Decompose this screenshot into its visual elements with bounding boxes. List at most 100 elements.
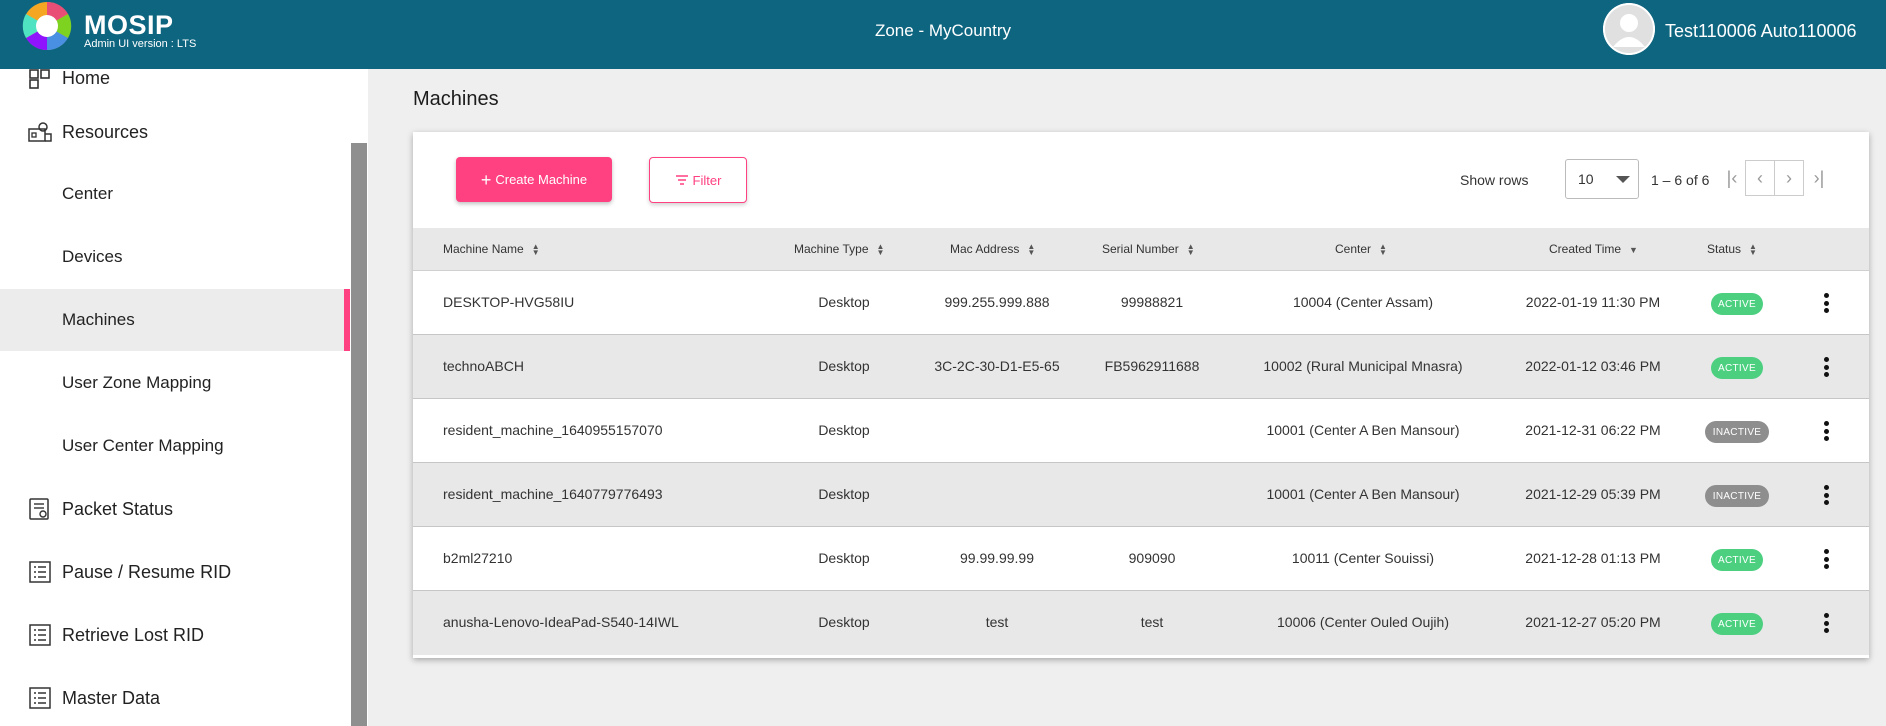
row-actions-menu-icon[interactable]	[1821, 546, 1831, 572]
cell-machine-type: Desktop	[818, 422, 870, 438]
table-row[interactable]: technoABCH Desktop 3C-2C-30-D1-E5-65 FB5…	[413, 335, 1869, 399]
cell-created-time: 2021-12-27 05:20 PM	[1525, 614, 1661, 630]
last-page-button[interactable]: ›|	[1804, 160, 1834, 196]
create-machine-button[interactable]: + Create Machine	[456, 157, 612, 202]
sort-icon: ▲ ▼	[1027, 241, 1036, 257]
sidebar-item-machines[interactable]: Machines	[0, 289, 350, 351]
sidebar-item-retrieve-lost-rid[interactable]: Retrieve Lost RID	[0, 604, 350, 666]
status-badge: ACTIVE	[1711, 293, 1763, 315]
rows-per-page-value: 10	[1578, 171, 1594, 187]
sidebar-item-user-center-mapping[interactable]: User Center Mapping	[0, 415, 350, 477]
list-icon	[29, 561, 51, 583]
cell-machine-type: Desktop	[818, 294, 870, 310]
row-actions-menu-icon[interactable]	[1821, 610, 1831, 636]
cell-serial-number: test	[1140, 614, 1164, 630]
cell-mac-address: 999.255.999.888	[944, 294, 1050, 310]
table-row[interactable]: anusha-Lenovo-IdeaPad-S540-14IWL Desktop…	[413, 591, 1869, 655]
page-title: Machines	[413, 88, 499, 110]
sidebar-item-user-zone-mapping[interactable]: User Zone Mapping	[0, 352, 350, 414]
column-header-created-time[interactable]: Created Time ▼	[1549, 242, 1638, 256]
sidebar-item-center[interactable]: Center	[0, 163, 350, 225]
sidebar-item-resources[interactable]: Resources	[0, 101, 350, 163]
machines-table-card: + Create Machine Filter Show rows 10 1 –…	[413, 132, 1869, 658]
first-page-button[interactable]: |‹	[1717, 160, 1747, 196]
user-avatar-icon	[1603, 3, 1655, 55]
cell-mac-address: 3C-2C-30-D1-E5-65	[934, 358, 1060, 374]
cell-center: 10002 (Rural Municipal Mnasra)	[1263, 358, 1463, 374]
list-icon	[29, 624, 51, 646]
sidebar-item-label: Master Data	[62, 687, 161, 708]
sidebar-item-packet-status[interactable]: Packet Status	[0, 478, 350, 540]
sidebar-item-label: Pause / Resume RID	[62, 561, 232, 582]
table-row[interactable]: resident_machine_1640955157070 Desktop 1…	[413, 399, 1869, 463]
sidebar-scrollbar-thumb[interactable]	[351, 143, 367, 726]
rows-per-page-select[interactable]: 10	[1565, 159, 1639, 199]
top-header: MOSIP Admin UI version : LTS Zone - MyCo…	[0, 0, 1886, 69]
pagination-range: 1 – 6 of 6	[1651, 172, 1710, 188]
column-header-serial-number[interactable]: Serial Number ▲ ▼	[1102, 242, 1195, 256]
cell-machine-type: Desktop	[818, 550, 870, 566]
chevron-right-icon: ›	[1786, 167, 1792, 188]
row-actions-menu-icon[interactable]	[1821, 290, 1831, 316]
row-actions-menu-icon[interactable]	[1821, 482, 1831, 508]
cell-machine-name: resident_machine_1640955157070	[443, 422, 663, 438]
cell-mac-address: 99.99.99.99	[960, 550, 1034, 566]
cell-machine-type: Desktop	[818, 614, 870, 630]
table-row[interactable]: DESKTOP-HVG58IU Desktop 999.255.999.888 …	[413, 271, 1869, 335]
cell-created-time: 2022-01-19 11:30 PM	[1525, 294, 1661, 310]
column-header-machine-name[interactable]: Machine Name ▲ ▼	[443, 242, 540, 256]
cell-machine-type: Desktop	[818, 358, 870, 374]
next-page-button[interactable]: ›	[1774, 160, 1804, 196]
sort-icon: ▲ ▼	[1749, 241, 1757, 257]
cell-created-time: 2021-12-28 01:13 PM	[1525, 550, 1661, 566]
status-badge: INACTIVE	[1705, 485, 1769, 507]
cell-serial-number: 909090	[1128, 550, 1176, 566]
sort-icon: ▲ ▼	[1379, 241, 1387, 257]
cell-machine-name: b2ml27210	[443, 550, 513, 566]
row-actions-menu-icon[interactable]	[1821, 418, 1831, 444]
cell-mac-address: test	[985, 614, 1009, 630]
sidebar-item-label: Machines	[62, 310, 135, 329]
filter-button[interactable]: Filter	[649, 157, 747, 203]
sidebar-item-master-data[interactable]: Master Data	[0, 667, 350, 726]
chevron-down-icon	[1616, 176, 1630, 183]
cell-center: 10006 (Center Ouled Oujih)	[1277, 614, 1449, 630]
cell-created-time: 2021-12-31 06:22 PM	[1525, 422, 1661, 438]
column-header-status[interactable]: Status ▲ ▼	[1707, 242, 1757, 256]
row-actions-menu-icon[interactable]	[1821, 354, 1831, 380]
sidebar-item-label: Home	[62, 69, 111, 88]
packet-status-icon	[29, 498, 49, 520]
status-badge: ACTIVE	[1711, 357, 1763, 379]
sidebar-item-pause-resume-rid[interactable]: Pause / Resume RID	[0, 541, 350, 603]
chevron-left-icon: ‹	[1757, 167, 1763, 188]
sort-icon: ▲ ▼	[1186, 241, 1195, 257]
status-badge: ACTIVE	[1711, 613, 1763, 635]
sidebar-item-label: User Zone Mapping	[62, 373, 212, 392]
column-header-machine-type[interactable]: Machine Type ▲ ▼	[794, 242, 884, 256]
filter-icon	[675, 175, 688, 185]
cell-machine-name: resident_machine_1640779776493	[443, 486, 663, 502]
avatar[interactable]	[1603, 3, 1655, 55]
column-header-mac-address[interactable]: Mac Address ▲ ▼	[950, 242, 1035, 256]
sidebar-item-label: Packet Status	[62, 498, 174, 519]
cell-created-time: 2021-12-29 05:39 PM	[1525, 486, 1661, 502]
column-header-center[interactable]: Center ▲ ▼	[1335, 242, 1387, 256]
sort-icon: ▲ ▼	[531, 241, 540, 257]
table-row[interactable]: resident_machine_1640779776493 Desktop 1…	[413, 463, 1869, 527]
sidebar-item-devices[interactable]: Devices	[0, 226, 350, 288]
status-badge: ACTIVE	[1711, 549, 1763, 571]
sidebar-item-label: Resources	[62, 121, 149, 142]
cell-machine-name: technoABCH	[443, 358, 524, 374]
cell-machine-type: Desktop	[818, 486, 870, 502]
list-icon	[29, 687, 51, 709]
cell-created-time: 2022-01-12 03:46 PM	[1525, 358, 1661, 374]
user-name[interactable]: Test110006 Auto110006	[1665, 21, 1857, 42]
cell-center: 10001 (Center A Ben Mansour)	[1266, 486, 1460, 502]
cell-serial-number: 99988821	[1120, 294, 1184, 310]
sidebar-item-label: Retrieve Lost RID	[62, 624, 205, 645]
create-machine-label: Create Machine	[495, 172, 588, 187]
table-row[interactable]: b2ml27210 Desktop 99.99.99.99 909090 100…	[413, 527, 1869, 591]
prev-page-button[interactable]: ‹	[1745, 160, 1775, 196]
sort-descending-icon: ▼	[1629, 244, 1638, 255]
resources-icon	[28, 122, 52, 142]
